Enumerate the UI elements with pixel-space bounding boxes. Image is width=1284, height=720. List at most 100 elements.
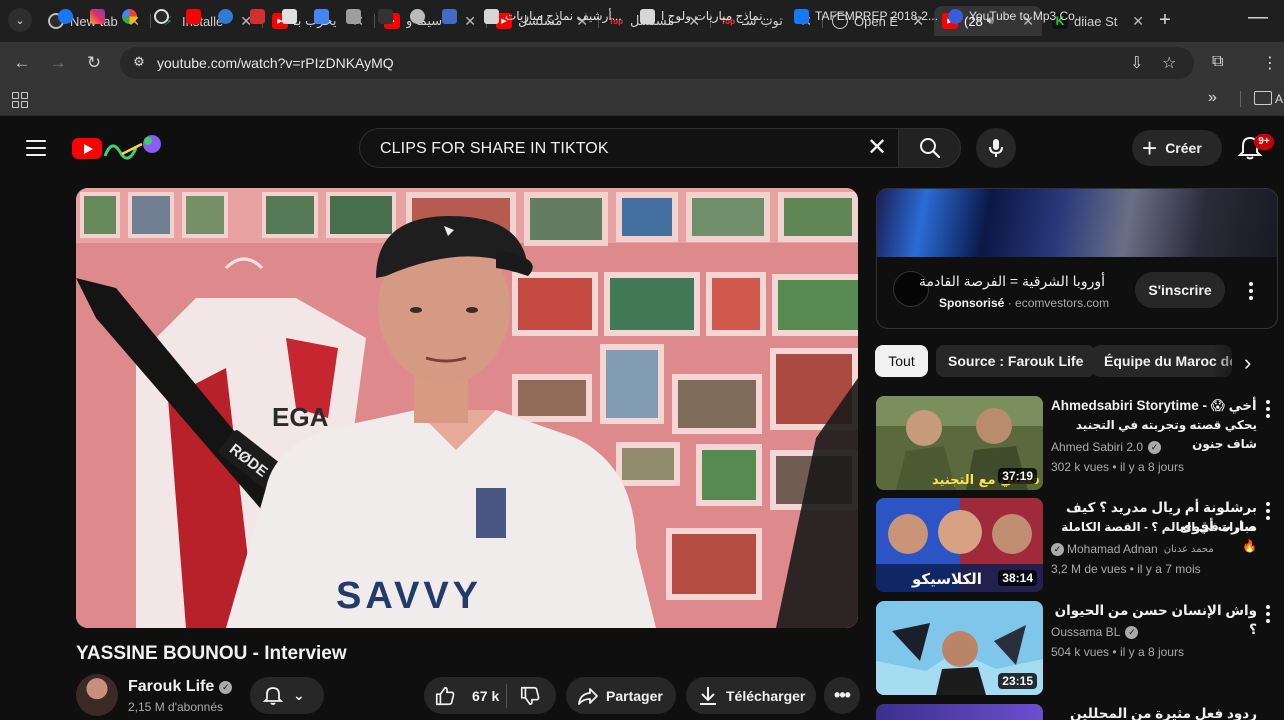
bookmark-icon[interactable] — [410, 8, 431, 24]
like-count: 67 k — [472, 687, 500, 704]
bookmark-icon[interactable] — [442, 8, 463, 24]
bookmark-item[interactable]: نماذج مباريات ولوج ا... — [640, 8, 773, 24]
channel-avatar[interactable] — [76, 674, 118, 716]
bookmark-icon[interactable] — [378, 8, 399, 24]
video-channel[interactable]: Ahmed Sabiri 2.0 ✓ — [1051, 440, 1162, 454]
voice-search-button[interactable] — [976, 128, 1016, 168]
bell-icon — [262, 686, 284, 705]
minimize-window-icon[interactable]: — — [1248, 6, 1268, 29]
search-input[interactable]: CLIPS FOR SHARE IN TIKTOK ✕ — [359, 128, 899, 168]
bookmark-icon[interactable] — [282, 8, 303, 24]
hamburger-menu-icon[interactable] — [26, 140, 46, 156]
subscriber-count: 2,15 M d'abonnés — [128, 700, 224, 714]
url-text[interactable]: youtube.com/watch?v=rPIzDNKAyMQ — [157, 55, 394, 71]
browser-menu-icon[interactable]: ⋮ — [1262, 53, 1278, 73]
search-button[interactable] — [898, 128, 961, 168]
close-tab-icon[interactable]: ✕ — [464, 13, 476, 30]
verified-badge-icon: ✓ — [219, 680, 233, 694]
video-thumbnail[interactable]: الكلاسيكو 38:14 — [876, 498, 1043, 592]
site-settings-icon[interactable]: ⚙ — [130, 54, 148, 72]
sponsored-ad-card[interactable]: أوروبا الشرقية = الفرصة القادمة Sponsori… — [876, 188, 1278, 329]
facebook-bookmark-icon[interactable] — [58, 8, 79, 24]
chip-topic[interactable]: Équipe du Maroc de — [1092, 345, 1232, 377]
subscription-bell-button[interactable]: ⌄ — [250, 677, 324, 714]
video-title: YASSINE BOUNOU - Interview — [76, 643, 347, 664]
shirt-logo-text: SAVVY — [336, 575, 482, 617]
video-channel[interactable]: ✓ Mohamad Adnan محمد عدنان — [1051, 542, 1214, 556]
forward-arrow-icon[interactable]: → — [46, 52, 70, 74]
translate-bookmark-icon[interactable] — [314, 8, 335, 24]
bookmark-overflow[interactable]: A — [1275, 92, 1283, 106]
google-bookmark-icon[interactable] — [122, 8, 143, 24]
video-thumbnail[interactable] — [876, 704, 1043, 720]
bookmark-item[interactable]: YouTube to Mp3 Co... — [948, 8, 1085, 24]
video-duration: 23:15 — [998, 673, 1037, 689]
upload-age: il y a 7 mois — [1137, 562, 1201, 576]
bookmark-star-icon[interactable]: ☆ — [1162, 53, 1176, 73]
ad-sponsor-line: Sponsorisé · ecomvestors.com — [939, 296, 1109, 310]
like-button[interactable]: 67 k — [424, 685, 506, 707]
apps-grid-icon[interactable] — [12, 92, 28, 108]
dot-separator: · — [1007, 296, 1016, 310]
install-app-icon[interactable]: ⇩ — [1130, 53, 1143, 73]
create-button[interactable]: + Créer — [1132, 130, 1222, 166]
bookmark-favicon — [640, 8, 655, 24]
video-more-options-icon[interactable] — [1266, 605, 1270, 626]
bookmark-icon[interactable] — [154, 8, 175, 24]
ad-subscribe-button[interactable]: S'inscrire — [1135, 272, 1225, 308]
verified-badge-icon: ✓ — [1148, 440, 1162, 454]
youtube-bookmark-icon[interactable] — [186, 8, 207, 24]
search-query-text[interactable]: CLIPS FOR SHARE IN TIKTOK — [380, 140, 609, 158]
chip-source-channel[interactable]: Source : Farouk Life — [936, 345, 1096, 377]
all-bookmarks-folder-icon[interactable] — [1254, 91, 1272, 105]
download-button[interactable]: Télécharger — [686, 677, 816, 714]
globe-bookmark-icon[interactable] — [218, 8, 239, 24]
puzzle-bookmark-icon[interactable] — [346, 8, 367, 24]
share-button[interactable]: Partager — [566, 677, 676, 714]
back-arrow-icon[interactable]: ← — [10, 52, 34, 74]
ad-banner-image[interactable] — [877, 189, 1277, 257]
microphone-icon — [989, 139, 1003, 157]
s-bookmark-icon[interactable] — [250, 8, 271, 24]
instagram-bookmark-icon[interactable] — [90, 8, 111, 24]
tab-search-dropdown-icon[interactable]: ⌄ — [8, 8, 32, 32]
clear-search-icon[interactable]: ✕ — [863, 134, 891, 162]
chevron-right-icon[interactable]: › — [1244, 350, 1251, 376]
video-channel[interactable]: Oussama BL ✓ — [1051, 625, 1139, 639]
new-tab-icon[interactable]: + — [1154, 9, 1176, 32]
video-thumbnail[interactable]: قصتي مع التجنيد 37:19 — [876, 396, 1043, 490]
view-count: 3,2 M de vues — [1051, 562, 1127, 576]
more-bookmarks-icon[interactable]: » — [1208, 89, 1217, 107]
close-tab-icon[interactable]: ✕ — [1132, 13, 1144, 30]
video-meta: 302 k vues • il y a 8 jours — [1051, 460, 1184, 474]
video-more-options-icon[interactable] — [1266, 502, 1270, 523]
ad-more-options-icon[interactable] — [1249, 282, 1253, 303]
youtube-logo[interactable] — [72, 138, 102, 159]
dislike-button[interactable] — [507, 685, 541, 707]
youtube-doodle-logo[interactable] — [102, 132, 164, 162]
recommended-video[interactable]: ردود فعل مثيرة من المحللين على إقصاء — [876, 704, 1276, 720]
recommended-video[interactable]: الكلاسيكو 38:14 برشلونة أم ريال مدريد ؟ … — [876, 498, 1276, 594]
bookmark-favicon — [948, 8, 963, 24]
bookmark-item[interactable]: أرشيف نماذج مباريات... — [484, 8, 622, 24]
ad-title[interactable]: أوروبا الشرقية = الفرصة القادمة — [919, 273, 1105, 290]
video-title-line[interactable]: Ahmedsabiri Storytime - 😱 أخي — [1051, 396, 1257, 415]
recommended-video[interactable]: قصتي مع التجنيد 37:19 Ahmedsabiri Storyt… — [876, 396, 1276, 492]
video-thumbnail[interactable]: 23:15 — [876, 601, 1043, 695]
verified-badge-icon: ✓ — [1051, 542, 1064, 556]
thumbs-down-icon — [520, 686, 540, 705]
bookmark-label: نماذج مباريات ولوج ا... — [661, 9, 773, 23]
more-actions-button[interactable]: ••• — [824, 677, 860, 714]
address-bar[interactable]: ⚙ youtube.com/watch?v=rPIzDNKAyMQ ⇩ ☆ — [120, 47, 1194, 79]
channel-name-link[interactable]: Farouk Life ✓ — [128, 678, 233, 696]
video-more-options-icon[interactable] — [1266, 400, 1270, 421]
channel-name: Oussama BL — [1051, 625, 1121, 639]
video-title-line[interactable]: ردود فعل مثيرة من المحللين على إقصاء — [1051, 704, 1257, 720]
video-player[interactable]: EGA RØDE SAVVY — [76, 188, 858, 628]
bookmark-item[interactable]: TAFEMPREP 2018-2... — [794, 8, 938, 24]
recommended-video[interactable]: 23:15 واش الإنسان حسن من الحيوان ؟ Oussa… — [876, 601, 1276, 697]
video-meta: 3,2 M de vues • il y a 7 mois — [1051, 562, 1201, 576]
chip-all[interactable]: Tout — [875, 345, 928, 377]
extensions-icon[interactable]: ⧉ — [1212, 53, 1223, 71]
reload-icon[interactable]: ↻ — [82, 52, 106, 74]
